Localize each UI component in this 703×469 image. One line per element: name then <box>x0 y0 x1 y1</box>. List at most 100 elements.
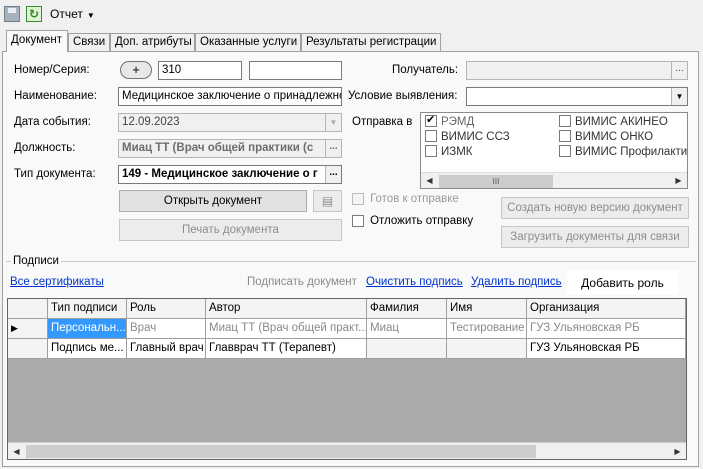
send-target-remd[interactable]: РЭМД <box>425 113 475 128</box>
row-header <box>8 339 48 359</box>
name-label: Наименование: <box>14 90 97 102</box>
send-target-remd-label: РЭМД <box>441 116 475 128</box>
tab-registration-results[interactable]: Результаты регистрации <box>301 33 441 52</box>
add-number-button[interactable]: + <box>120 61 152 79</box>
send-target-vimis-akineo-label: ВИМИС АКИНЕО <box>575 116 668 128</box>
tab-document[interactable]: Документ <box>6 30 68 52</box>
report-menu[interactable]: Отчет ▼ <box>50 7 95 21</box>
date-value: 12.09.2023 <box>122 116 180 128</box>
cell-author[interactable]: Главврач ТТ (Терапевт) <box>206 339 367 359</box>
checkbox-icon[interactable] <box>352 193 364 206</box>
signatures-group-divider <box>6 261 696 262</box>
col-header-author[interactable]: Автор <box>206 299 367 319</box>
cell-organization[interactable]: ГУЗ Ульяновская РБ <box>527 339 686 359</box>
scroll-right-icon[interactable]: ▶ <box>670 173 687 188</box>
send-target-vimis-onko[interactable]: ВИМИС ОНКО <box>559 129 653 143</box>
recipient-label: Получатель: <box>392 64 459 76</box>
date-label: Дата события: <box>14 116 91 128</box>
recipient-select[interactable]: ... <box>466 61 688 80</box>
save-icon[interactable] <box>4 6 20 22</box>
cell-organization[interactable]: ГУЗ Ульяновская РБ <box>527 319 686 339</box>
checkbox-icon[interactable] <box>425 129 437 142</box>
table-row[interactable]: ▶ Персональн... Врач Миац ТТ (Врач общей… <box>8 319 686 339</box>
scroll-right-icon[interactable]: ▶ <box>669 443 686 459</box>
grid-scroll-thumb[interactable] <box>26 445 536 458</box>
checkbox-icon[interactable] <box>425 144 437 157</box>
toolbar: ↻ Отчет ▼ <box>0 0 703 28</box>
document-preview-icon[interactable]: ▤ <box>313 190 342 212</box>
cell-signature-type[interactable]: Персональн... <box>48 319 127 339</box>
tab-registration-results-label: Результаты регистрации <box>306 36 437 48</box>
recipient-browse-icon[interactable]: ... <box>671 62 687 79</box>
tab-services[interactable]: Оказанные услуги <box>195 33 301 52</box>
send-target-vimis-prof[interactable]: ВИМИС Профилактик <box>559 144 687 158</box>
checkbox-icon[interactable] <box>352 215 364 228</box>
print-document-button[interactable]: Печать документа <box>119 219 342 241</box>
condition-select[interactable]: ▼ <box>466 87 688 106</box>
number-input[interactable]: 310 <box>158 61 242 80</box>
series-input[interactable] <box>249 61 342 80</box>
condition-dropdown-icon[interactable]: ▼ <box>671 88 687 105</box>
send-targets-hscrollbar[interactable]: ◀ III ▶ <box>421 172 687 188</box>
add-role-button[interactable]: Добавить роль <box>567 270 678 295</box>
col-header-role[interactable]: Роль <box>127 299 206 319</box>
send-target-vimis-akineo[interactable]: ВИМИС АКИНЕО <box>559 114 668 128</box>
col-header-last-name[interactable]: Фамилия <box>367 299 447 319</box>
grid-hscrollbar[interactable]: ◀ ▶ <box>8 442 686 459</box>
delete-signature-link[interactable]: Удалить подпись <box>471 276 562 288</box>
tab-links[interactable]: Связи <box>68 33 110 52</box>
caret-down-icon: ▼ <box>86 11 95 20</box>
tab-extra-attributes[interactable]: Доп. атрибуты <box>110 33 195 52</box>
open-document-button[interactable]: Открыть документ <box>119 190 307 212</box>
cell-role[interactable]: Главный врач <box>127 339 206 359</box>
tab-services-label: Оказанные услуги <box>200 36 298 48</box>
ready-to-send-checkbox[interactable]: Готов к отправке <box>352 193 459 206</box>
condition-label: Условие выявления: <box>348 90 458 102</box>
tab-links-label: Связи <box>73 36 106 48</box>
date-picker[interactable]: 12.09.2023 ▼ <box>118 113 342 132</box>
col-header-signature-type[interactable]: Тип подписи <box>48 299 127 319</box>
doc-type-browse-icon[interactable]: ... <box>325 166 341 183</box>
sign-document-action[interactable]: Подписать документ <box>247 276 357 288</box>
position-label: Должность: <box>14 142 76 154</box>
checkbox-checked-icon[interactable] <box>425 113 437 127</box>
send-targets-list: РЭМД ВИМИС АКИНЕО ВИМИС ССЗ ВИМИС ОНКО И… <box>420 112 688 189</box>
checkbox-icon[interactable] <box>559 114 571 127</box>
doc-type-label: Тип документа: <box>14 168 96 180</box>
position-select[interactable]: Миац ТТ (Врач общей практики (с ... <box>118 139 342 158</box>
grid-corner <box>8 299 48 319</box>
cell-first-name[interactable] <box>447 339 527 359</box>
scroll-left-icon[interactable]: ◀ <box>8 443 25 459</box>
position-value: Миац ТТ (Врач общей практики (с <box>122 142 314 154</box>
send-target-izmk[interactable]: ИЗМК <box>425 144 473 158</box>
postpone-send-checkbox[interactable]: Отложить отправку <box>352 215 473 228</box>
grid-header-row: Тип подписи Роль Автор Фамилия Имя Орган… <box>8 299 686 319</box>
cell-last-name[interactable] <box>367 339 447 359</box>
create-new-version-button[interactable]: Создать новую версию документ <box>501 197 689 219</box>
load-link-documents-button[interactable]: Загрузить документы для связи <box>501 226 689 248</box>
scroll-left-icon[interactable]: ◀ <box>421 173 438 188</box>
name-input[interactable]: Медицинское заключение о принадлежнос <box>118 87 342 106</box>
checkbox-icon[interactable] <box>559 144 571 157</box>
date-dropdown-icon[interactable]: ▼ <box>325 114 341 131</box>
cell-last-name[interactable]: Миац <box>367 319 447 339</box>
col-header-first-name[interactable]: Имя <box>447 299 527 319</box>
table-row[interactable]: Подпись ме... Главный врач Главврач ТТ (… <box>8 339 686 359</box>
send-target-vimis-ssz[interactable]: ВИМИС ССЗ <box>425 129 510 143</box>
col-header-organization[interactable]: Организация <box>527 299 686 319</box>
clear-signature-link[interactable]: Очистить подпись <box>366 276 463 288</box>
cell-first-name[interactable]: Тестирование <box>447 319 527 339</box>
checkbox-icon[interactable] <box>559 129 571 142</box>
all-certificates-link[interactable]: Все сертификаты <box>10 276 104 288</box>
doc-type-select[interactable]: 149 - Медицинское заключение о г ... <box>118 165 342 184</box>
tab-strip: Документ Связи Доп. атрибуты Оказанные у… <box>0 30 703 52</box>
scroll-thumb[interactable]: III <box>439 175 553 188</box>
refresh-icon[interactable]: ↻ <box>26 6 42 22</box>
tab-document-label: Документ <box>11 34 63 46</box>
cell-author[interactable]: Миац ТТ (Врач общей практ... <box>206 319 367 339</box>
position-browse-icon[interactable]: ... <box>325 140 341 157</box>
tab-extra-attributes-label: Доп. атрибуты <box>115 36 192 48</box>
number-label: Номер/Серия: <box>14 64 90 76</box>
cell-signature-type[interactable]: Подпись ме... <box>48 339 127 359</box>
cell-role[interactable]: Врач <box>127 319 206 339</box>
